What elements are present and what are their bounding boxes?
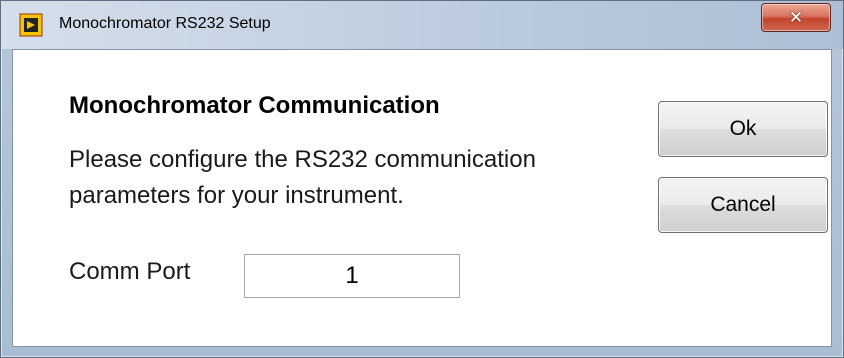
cancel-button[interactable]: Cancel: [658, 177, 828, 233]
title-bar[interactable]: Monochromator RS232 Setup ✕: [1, 1, 843, 49]
dialog-content: Monochromator Communication Please confi…: [12, 49, 832, 347]
ok-button[interactable]: Ok: [658, 101, 828, 157]
comm-port-input[interactable]: [244, 254, 460, 298]
description-line-1: Please configure the RS232 communication: [69, 146, 536, 173]
dialog-heading: Monochromator Communication: [69, 92, 440, 119]
labview-vi-icon: [19, 13, 43, 37]
comm-port-label: Comm Port: [69, 258, 191, 285]
close-icon: ✕: [788, 7, 804, 27]
description-line-2: parameters for your instrument.: [69, 182, 404, 209]
dialog-description: Please configure the RS232 communication…: [69, 142, 649, 214]
close-button[interactable]: ✕: [761, 3, 831, 32]
setup-dialog-window: Monochromator RS232 Setup ✕ Monochromato…: [0, 0, 844, 358]
window-title: Monochromator RS232 Setup: [59, 15, 271, 32]
